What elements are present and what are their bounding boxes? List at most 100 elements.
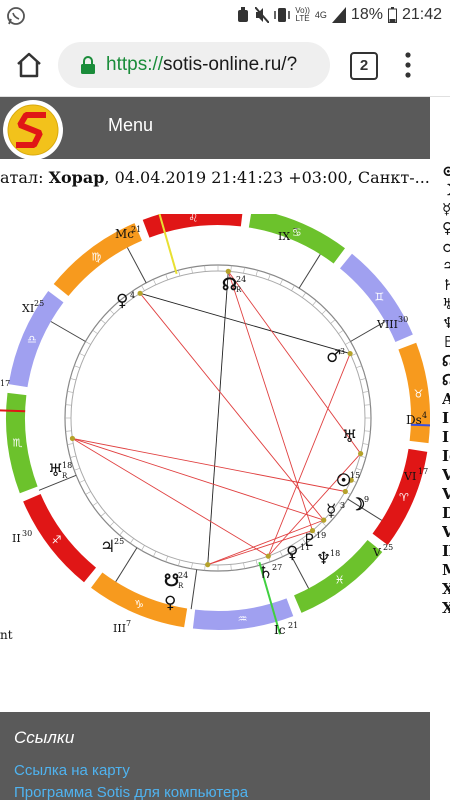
table-glyph: ♄: [442, 276, 450, 294]
degree-tick: [312, 300, 317, 306]
mercury: ☿︎: [326, 501, 336, 521]
menu-button[interactable]: Menu: [108, 115, 153, 136]
degree-tick: [85, 341, 91, 345]
degree-tick: [359, 455, 366, 458]
degree-tick: [279, 279, 283, 285]
network-type: 4G: [314, 10, 327, 20]
links-section: Ссылки Ссылка на карту Программа Sotis д…: [0, 712, 430, 801]
table-glyph: ⊙: [442, 162, 450, 180]
jupiter: ♃︎: [100, 537, 115, 557]
planet-point: [69, 435, 76, 442]
house-label: XI: [22, 302, 34, 315]
table-glyph: ♃: [442, 257, 450, 275]
volte-indicator: Vo)) LTE: [295, 6, 310, 23]
desktop-program-link[interactable]: Программа Sotis для компьютера: [14, 784, 248, 801]
sign-glyph: ♐︎: [52, 534, 62, 547]
address-bar[interactable]: https://sotis-online.ru/?: [58, 42, 330, 88]
planet-point: [205, 562, 211, 568]
tab-switcher-button[interactable]: 2: [350, 52, 378, 80]
degree-tick: [267, 274, 271, 280]
sign-glyph: ♍︎: [91, 251, 101, 264]
table-glyph: X: [442, 599, 450, 617]
vibrate-icon: [274, 8, 290, 22]
url-text: https://sotis-online.ru/?: [106, 54, 298, 75]
table-glyph: ♅: [442, 295, 450, 313]
degree-tick: [100, 512, 106, 517]
uranus-glyph: ♅︎: [342, 427, 357, 447]
degree-tick: [70, 455, 77, 458]
house-cusp: [126, 247, 147, 284]
aspect-line: [72, 438, 324, 521]
more-options-icon[interactable]: [405, 52, 411, 78]
links-heading: Ссылки: [14, 728, 75, 747]
house-degree: 30: [22, 529, 32, 538]
planet-table-cutoff: ⊙☽☿♀♂♃♄♅♆♇☊☊AIIIcVVDVIXMXX: [442, 162, 450, 618]
degree-tick: [356, 365, 362, 369]
ds-degree: 4: [422, 411, 427, 420]
venus-2: ♀︎: [286, 543, 298, 563]
clock: 21:42: [401, 6, 442, 23]
mars-degree: 3: [340, 347, 345, 356]
degree-tick: [119, 530, 124, 536]
house-degree: 17: [418, 467, 428, 476]
table-glyph: IX: [442, 542, 450, 560]
degree-tick: [204, 564, 206, 571]
degree-tick: [230, 265, 232, 272]
degree-tick: [79, 479, 85, 483]
north-node: ☊︎: [222, 275, 237, 295]
house-degree: 17: [0, 379, 10, 388]
table-glyph: V: [442, 523, 450, 541]
degree-tick: [204, 265, 206, 272]
degree-tick: [362, 391, 369, 393]
venus-2-degree: 11: [300, 543, 310, 552]
degree-tick: [279, 551, 283, 557]
house-cusp: [115, 547, 138, 582]
degree-tick: [67, 443, 74, 445]
degree-tick: [109, 309, 115, 315]
table-glyph: X: [442, 580, 450, 598]
degree-tick: [74, 467, 80, 471]
table-glyph: Ic: [442, 447, 450, 465]
degree-tick: [141, 545, 145, 551]
south-node-degree: 24: [178, 571, 188, 580]
degree-tick: [85, 491, 91, 495]
aspect-line: [72, 438, 346, 492]
table-glyph: M: [442, 561, 450, 580]
house-label: III: [113, 622, 126, 635]
whatsapp-notification-icon: [7, 7, 25, 25]
battery-icon: [387, 7, 397, 23]
table-glyph: ☿: [442, 200, 450, 218]
sun-degree: 15: [350, 471, 360, 480]
ic-label: Ic: [274, 623, 286, 637]
saturn-degree: 27: [272, 563, 282, 572]
degree-tick: [65, 404, 72, 406]
table-glyph: V: [442, 466, 450, 484]
sign-glyph: ♈︎: [399, 491, 409, 504]
house-label: II: [12, 532, 21, 545]
sign-glyph: ♊︎: [374, 290, 384, 303]
lock-icon: [81, 56, 95, 74]
home-icon[interactable]: [14, 50, 44, 80]
house-label: IX: [278, 230, 290, 243]
degree-tick: [67, 391, 74, 393]
sotis-logo[interactable]: [2, 99, 64, 161]
degree-tick: [191, 562, 193, 569]
table-glyph: I: [442, 409, 450, 427]
mc-degree: 21: [131, 225, 141, 234]
sign-glyph: ♏︎: [13, 437, 23, 450]
jupiter-degree: 25: [114, 537, 124, 546]
horoscope-chart: Mc21IX 7VIII 30Ds 4VI 17V 25Ic 21III 7II 30XI 251…: [0, 214, 430, 637]
uranus-degree: 18: [62, 461, 72, 470]
degree-tick: [165, 274, 169, 280]
degree-tick: [92, 329, 98, 334]
mute-icon: [255, 7, 270, 23]
alarm-icon: [238, 7, 249, 22]
degree-tick: [92, 502, 98, 507]
mercury-degree: 3: [340, 501, 345, 510]
planet-point: [225, 268, 231, 274]
map-link[interactable]: Ссылка на карту: [14, 762, 130, 779]
browser-toolbar: https://sotis-online.ru/? 2: [0, 32, 450, 97]
table-glyph: ☽: [442, 181, 450, 199]
degree-tick: [345, 341, 351, 345]
degree-tick: [178, 270, 181, 277]
